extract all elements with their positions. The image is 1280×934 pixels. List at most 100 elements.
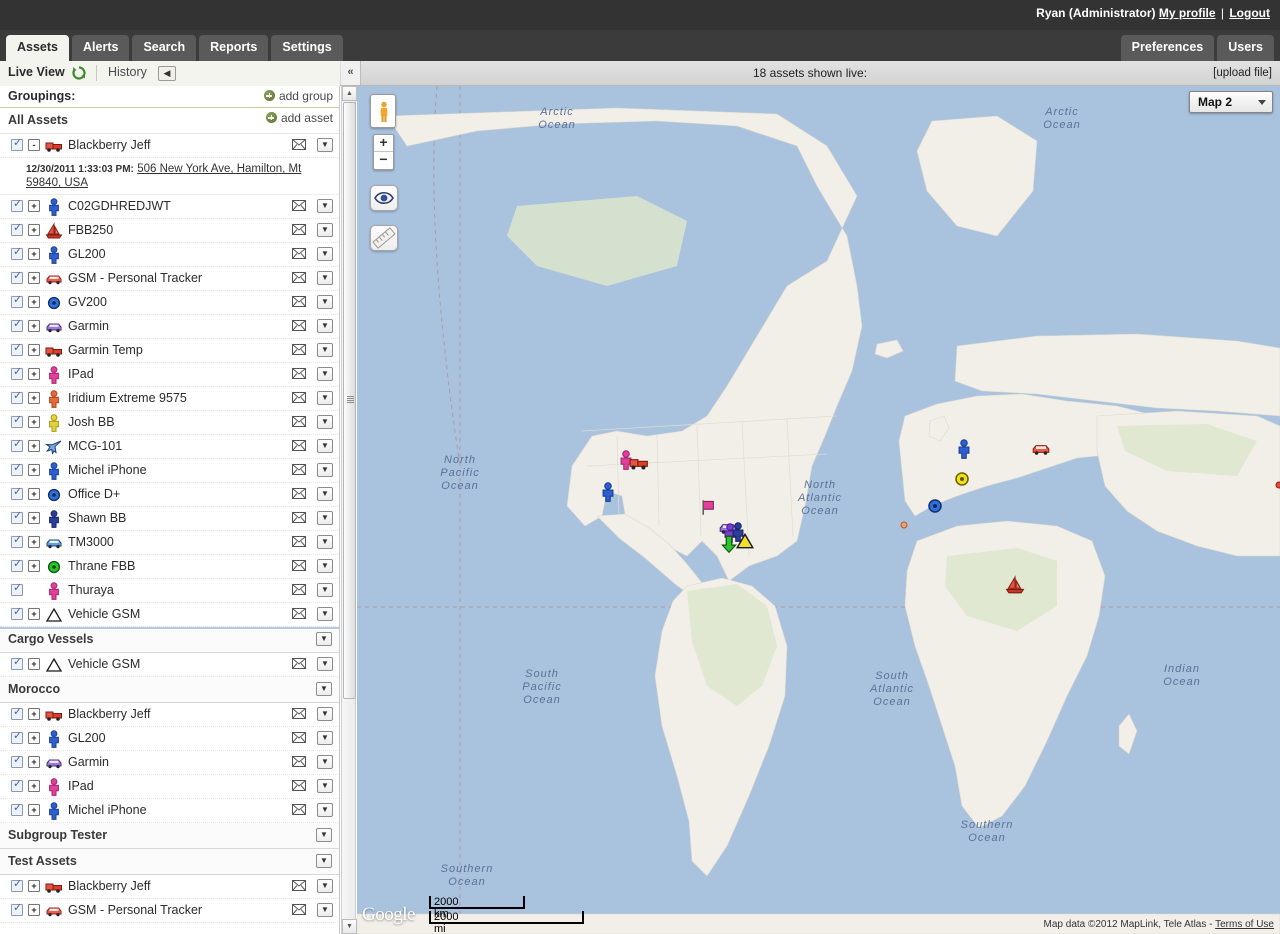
asset-row[interactable]: Thuraya▼ bbox=[0, 579, 340, 603]
send-message-icon[interactable] bbox=[292, 224, 306, 235]
asset-menu-icon[interactable]: ▼ bbox=[317, 319, 333, 333]
live-view-label[interactable]: Live View bbox=[8, 65, 65, 79]
asset-row[interactable]: + Vehicle GSM▼ bbox=[0, 653, 340, 677]
terms-of-use-link[interactable]: Terms of Use bbox=[1215, 919, 1274, 930]
send-message-icon[interactable] bbox=[292, 512, 306, 523]
map-canvas[interactable]: ArcticOceanArcticOceanNorthPacificOceanN… bbox=[357, 86, 1280, 934]
group-header[interactable]: Subgroup Tester▼ bbox=[0, 823, 339, 849]
send-message-icon[interactable] bbox=[292, 392, 306, 403]
send-message-icon[interactable] bbox=[292, 320, 306, 331]
asset-menu-icon[interactable]: ▼ bbox=[317, 903, 333, 917]
send-message-icon[interactable] bbox=[292, 368, 306, 379]
send-message-icon[interactable] bbox=[292, 272, 306, 283]
asset-row[interactable]: + Blackberry Jeff▼ bbox=[0, 703, 340, 727]
asset-checkbox[interactable] bbox=[11, 272, 23, 284]
send-message-icon[interactable] bbox=[292, 608, 306, 619]
group-header[interactable]: Test Assets▼ bbox=[0, 849, 339, 875]
expand-toggle[interactable]: + bbox=[28, 464, 40, 476]
street-view-pegman-icon[interactable] bbox=[370, 94, 396, 128]
tab-settings[interactable]: Settings bbox=[271, 35, 342, 61]
asset-checkbox[interactable] bbox=[11, 584, 23, 596]
asset-checkbox[interactable] bbox=[11, 416, 23, 428]
asset-row[interactable]: + GL200▼ bbox=[0, 243, 340, 267]
asset-menu-icon[interactable]: ▼ bbox=[317, 511, 333, 525]
asset-checkbox[interactable] bbox=[11, 780, 23, 792]
asset-row[interactable]: + TM3000▼ bbox=[0, 531, 340, 555]
expand-toggle[interactable]: + bbox=[28, 512, 40, 524]
tab-reports[interactable]: Reports bbox=[199, 35, 268, 61]
asset-row[interactable]: + Michel iPhone▼ bbox=[0, 799, 340, 823]
asset-menu-icon[interactable]: ▼ bbox=[317, 415, 333, 429]
asset-checkbox[interactable] bbox=[11, 608, 23, 620]
group-menu-icon[interactable]: ▼ bbox=[316, 854, 332, 868]
asset-menu-icon[interactable]: ▼ bbox=[317, 247, 333, 261]
send-message-icon[interactable] bbox=[292, 880, 306, 891]
asset-row[interactable]: + Thrane FBB▼ bbox=[0, 555, 340, 579]
asset-checkbox[interactable] bbox=[11, 732, 23, 744]
asset-menu-icon[interactable]: ▼ bbox=[317, 779, 333, 793]
group-menu-icon[interactable]: ▼ bbox=[316, 828, 332, 842]
zoom-controls[interactable]: + − bbox=[373, 134, 394, 170]
asset-checkbox[interactable] bbox=[11, 139, 23, 151]
expand-toggle[interactable]: + bbox=[28, 708, 40, 720]
group-menu-icon[interactable]: ▼ bbox=[316, 682, 332, 696]
asset-row[interactable]: + Office D+▼ bbox=[0, 483, 340, 507]
send-message-icon[interactable] bbox=[292, 416, 306, 427]
scroll-up-icon[interactable]: ▲ bbox=[342, 86, 357, 101]
asset-checkbox[interactable] bbox=[11, 224, 23, 236]
map-type-selector[interactable]: Map 2 bbox=[1189, 91, 1273, 113]
expand-toggle[interactable]: + bbox=[28, 608, 40, 620]
asset-checkbox[interactable] bbox=[11, 320, 23, 332]
asset-row[interactable]: - Blackberry Jeff▼ bbox=[0, 134, 340, 158]
send-message-icon[interactable] bbox=[292, 488, 306, 499]
send-message-icon[interactable] bbox=[292, 708, 306, 719]
expand-toggle[interactable]: + bbox=[28, 804, 40, 816]
asset-checkbox[interactable] bbox=[11, 804, 23, 816]
expand-toggle[interactable]: - bbox=[28, 139, 40, 151]
send-message-icon[interactable] bbox=[292, 904, 306, 915]
scrollbar-thumb[interactable] bbox=[343, 102, 356, 699]
expand-toggle[interactable]: + bbox=[28, 416, 40, 428]
asset-menu-icon[interactable]: ▼ bbox=[317, 391, 333, 405]
expand-toggle[interactable]: + bbox=[28, 248, 40, 260]
group-header[interactable]: Morocco▼ bbox=[0, 677, 339, 703]
asset-checkbox[interactable] bbox=[11, 708, 23, 720]
asset-menu-icon[interactable]: ▼ bbox=[317, 367, 333, 381]
group-menu-icon[interactable]: ▼ bbox=[316, 632, 332, 646]
expand-toggle[interactable]: + bbox=[28, 344, 40, 356]
asset-checkbox[interactable] bbox=[11, 296, 23, 308]
sidebar-scrollbar[interactable]: ▲ ▼ bbox=[341, 86, 356, 934]
asset-checkbox[interactable] bbox=[11, 488, 23, 500]
asset-row[interactable]: + FBB250▼ bbox=[0, 219, 340, 243]
asset-menu-icon[interactable]: ▼ bbox=[317, 463, 333, 477]
send-message-icon[interactable] bbox=[292, 440, 306, 451]
expand-toggle[interactable]: + bbox=[28, 536, 40, 548]
collapse-sidebar-icon[interactable]: « bbox=[341, 61, 361, 85]
asset-row[interactable]: + GL200▼ bbox=[0, 727, 340, 751]
asset-checkbox[interactable] bbox=[11, 658, 23, 670]
asset-checkbox[interactable] bbox=[11, 368, 23, 380]
asset-menu-icon[interactable]: ▼ bbox=[317, 199, 333, 213]
asset-row[interactable]: + Garmin Temp▼ bbox=[0, 339, 340, 363]
asset-menu-icon[interactable]: ▼ bbox=[317, 707, 333, 721]
send-message-icon[interactable] bbox=[292, 658, 306, 669]
asset-menu-icon[interactable]: ▼ bbox=[317, 879, 333, 893]
asset-checkbox[interactable] bbox=[11, 560, 23, 572]
asset-row[interactable]: + Shawn BB▼ bbox=[0, 507, 340, 531]
expand-toggle[interactable]: + bbox=[28, 296, 40, 308]
asset-checkbox[interactable] bbox=[11, 200, 23, 212]
expand-toggle[interactable]: + bbox=[28, 880, 40, 892]
expand-toggle[interactable]: + bbox=[28, 658, 40, 670]
send-message-icon[interactable] bbox=[292, 344, 306, 355]
asset-menu-icon[interactable]: ▼ bbox=[317, 271, 333, 285]
send-message-icon[interactable] bbox=[292, 536, 306, 547]
group-header[interactable]: All Assetsadd asset bbox=[0, 108, 339, 134]
asset-row[interactable]: + Garmin▼ bbox=[0, 315, 340, 339]
asset-row[interactable]: + Michel iPhone▼ bbox=[0, 459, 340, 483]
asset-row[interactable]: + GSM - Personal Tracker▼ bbox=[0, 267, 340, 291]
expand-toggle[interactable]: + bbox=[28, 272, 40, 284]
send-message-icon[interactable] bbox=[292, 584, 306, 595]
tab-users[interactable]: Users bbox=[1217, 35, 1274, 61]
group-header[interactable]: Cargo Vessels▼ bbox=[0, 627, 339, 653]
history-toggle-icon[interactable]: ◀ bbox=[158, 66, 176, 81]
